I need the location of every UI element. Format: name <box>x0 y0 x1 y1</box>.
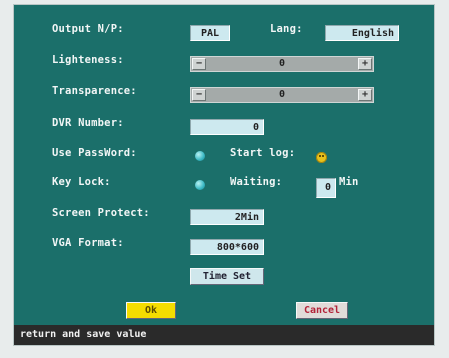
dvr-number-field[interactable]: 0 <box>190 119 264 135</box>
start-log-label: Start log: <box>230 147 296 159</box>
key-lock-toggle[interactable] <box>195 180 205 190</box>
transparence-label: Transparence: <box>52 85 137 97</box>
lighteness-label: Lighteness: <box>52 54 124 66</box>
lang-field[interactable]: English <box>325 25 399 41</box>
time-set-button[interactable]: Time Set <box>190 268 264 285</box>
waiting-unit: Min <box>339 176 359 188</box>
waiting-field[interactable]: 0 <box>316 178 336 198</box>
lang-label: Lang: <box>270 23 303 35</box>
transparence-slider[interactable]: 0 − + <box>190 87 374 103</box>
screen-protect-label: Screen Protect: <box>52 207 150 219</box>
vga-format-label: VGA Format: <box>52 237 124 249</box>
lighteness-value: 0 <box>278 58 286 69</box>
start-log-toggle-icon[interactable] <box>316 152 327 163</box>
use-password-label: Use PassWord: <box>52 147 137 159</box>
transparence-plus-button[interactable]: + <box>358 89 372 101</box>
output-label: Output N/P: <box>52 23 124 35</box>
lighteness-slider[interactable]: 0 − + <box>190 56 374 72</box>
ok-button[interactable]: Ok <box>126 302 176 319</box>
screen-protect-field[interactable]: 2Min <box>190 209 264 225</box>
vga-format-field[interactable]: 800*600 <box>190 239 264 255</box>
use-password-toggle[interactable] <box>195 151 205 161</box>
waiting-label: Waiting: <box>230 176 283 188</box>
settings-panel: Output N/P: PAL Lang: English Lighteness… <box>14 5 434 345</box>
transparence-value: 0 <box>278 89 286 100</box>
cancel-button[interactable]: Cancel <box>296 302 348 319</box>
lighteness-minus-button[interactable]: − <box>192 58 206 70</box>
transparence-minus-button[interactable]: − <box>192 89 206 101</box>
lighteness-plus-button[interactable]: + <box>358 58 372 70</box>
status-bar: return and save value <box>14 325 434 345</box>
output-field[interactable]: PAL <box>190 25 230 41</box>
key-lock-label: Key Lock: <box>52 176 111 188</box>
dvr-number-label: DVR Number: <box>52 117 124 129</box>
